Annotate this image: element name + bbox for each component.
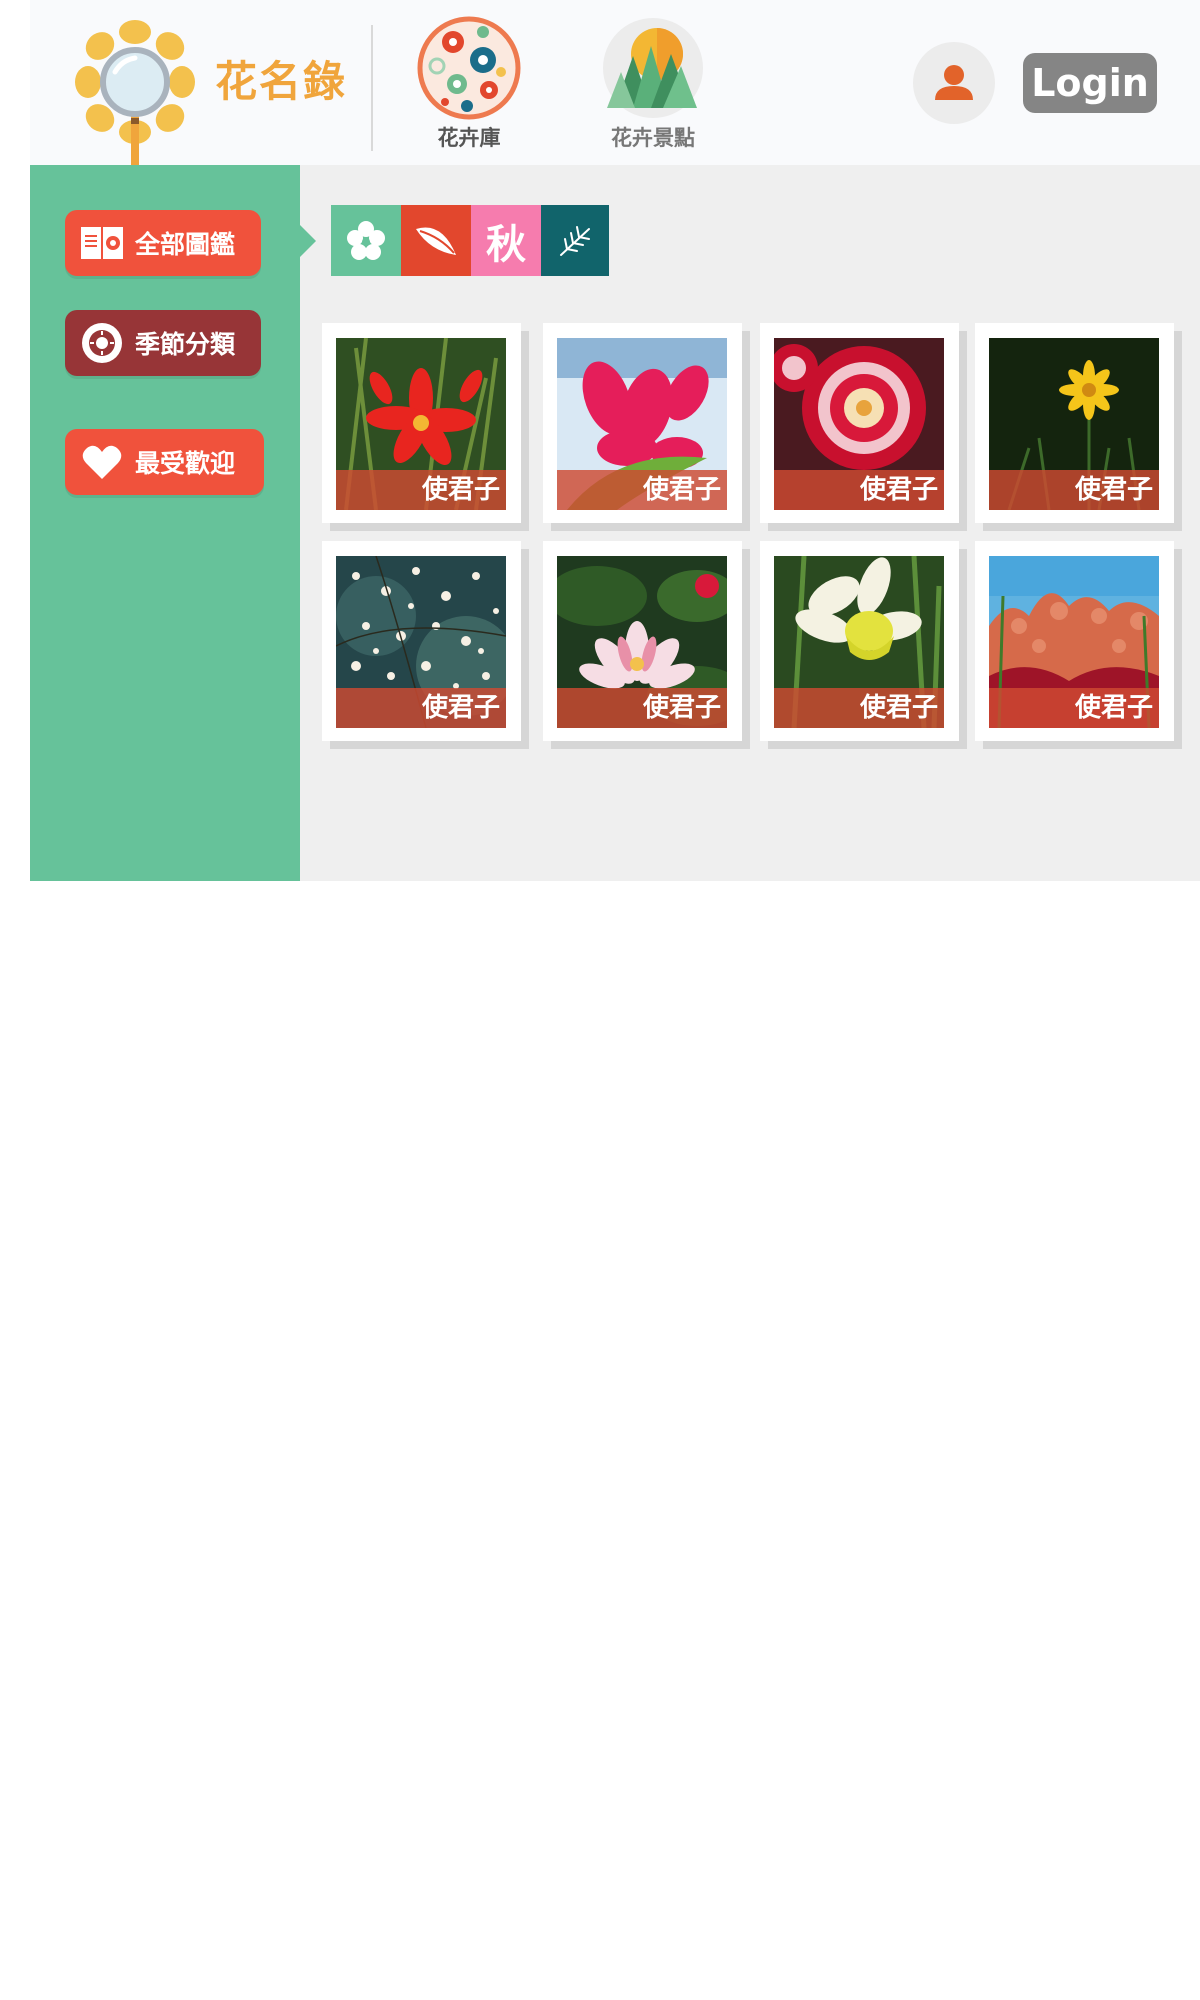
flower-card[interactable]: 使君子	[322, 541, 521, 741]
leaf-icon	[416, 226, 456, 255]
sidebar: 全部圖鑑 季節分類 最受歡迎	[30, 165, 300, 881]
tab-spring[interactable]	[331, 205, 401, 276]
flower-name-caption: 使君子	[336, 470, 506, 510]
flower-card[interactable]: 使君子	[760, 541, 959, 741]
flower-card[interactable]: 使君子	[760, 323, 959, 523]
nav-flower-library[interactable]: 花卉庫	[409, 16, 529, 152]
user-account-button[interactable]	[913, 42, 995, 124]
flower-card[interactable]: 使君子	[975, 541, 1174, 741]
flower-photo-pink-flowers: 使君子	[557, 338, 727, 510]
flower-photo-red-white-rose: 使君子	[774, 338, 944, 510]
flower-name-caption: 使君子	[336, 688, 506, 728]
flower-photo-yellow-daisy: 使君子	[989, 338, 1159, 510]
flower-name-caption: 使君子	[774, 688, 944, 728]
tab-summer[interactable]	[401, 205, 471, 276]
user-icon	[935, 65, 973, 100]
main-content: 秋 使君子 使君子 使君子 使君子 使君子 使君子 使君子 使君子	[300, 165, 1200, 881]
book-flower-icon	[79, 220, 125, 266]
sidebar-item-label: 全部圖鑑	[135, 230, 236, 259]
nav-label: 花卉景點	[611, 126, 695, 150]
brand-title[interactable]: 花名錄	[215, 48, 347, 109]
season-tabs: 秋	[331, 205, 609, 276]
flower-photo-white-blossoms: 使君子	[336, 556, 506, 728]
season-dial-icon	[79, 320, 125, 366]
login-button[interactable]: Login	[1023, 53, 1157, 113]
active-pointer	[300, 225, 316, 257]
flower-name-caption: 使君子	[989, 470, 1159, 510]
flower-photo-daffodil: 使君子	[774, 556, 944, 728]
sidebar-item-label: 最受歡迎	[135, 449, 236, 478]
sidebar-item-favorites[interactable]: 最受歡迎	[65, 429, 264, 495]
flower-card[interactable]: 使君子	[543, 323, 742, 523]
flower-card[interactable]: 使君子	[975, 323, 1174, 523]
flower-photo-red-lily: 使君子	[336, 338, 506, 510]
sidebar-item-label: 季節分類	[135, 330, 236, 359]
flower-name-caption: 使君子	[989, 688, 1159, 728]
flower-photo-water-lily: 使君子	[557, 556, 727, 728]
flower-name-caption: 使君子	[774, 470, 944, 510]
sunflower-magnifier-logo[interactable]	[60, 10, 210, 167]
heart-icon	[79, 439, 125, 485]
flower-photo-red-field: 使君子	[989, 556, 1159, 728]
tab-autumn[interactable]: 秋	[471, 205, 541, 276]
sidebar-item-all-guide[interactable]: 全部圖鑑	[65, 210, 261, 276]
sidebar-item-season[interactable]: 季節分類	[65, 310, 261, 376]
header-divider	[371, 25, 373, 151]
flower-pattern-icon	[417, 16, 521, 120]
nav-flower-spots[interactable]: 花卉景點	[593, 16, 713, 152]
flower-card[interactable]: 使君子	[543, 541, 742, 741]
blossom-icon	[347, 220, 385, 260]
flower-name-caption: 使君子	[557, 470, 727, 510]
flower-card[interactable]: 使君子	[322, 323, 521, 523]
nav-label: 花卉庫	[437, 126, 501, 150]
flower-name-caption: 使君子	[557, 688, 727, 728]
top-header: 花名錄 花卉庫 花卉景點 Login	[30, 0, 1200, 167]
tab-winter[interactable]	[541, 205, 609, 276]
mountain-sun-icon	[601, 16, 705, 120]
pine-branch-icon	[560, 225, 590, 256]
